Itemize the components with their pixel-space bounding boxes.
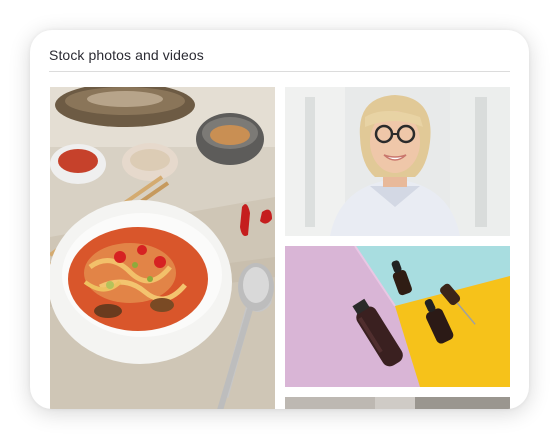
- interior-photo[interactable]: [285, 397, 510, 409]
- noodle-soup-photo[interactable]: [50, 87, 275, 409]
- noodle-soup-bowl-photo-icon: [50, 87, 275, 409]
- title-divider: [49, 71, 510, 72]
- interior-photo-icon: [285, 397, 510, 409]
- cosmetic-bottles-photo-icon: [285, 246, 510, 387]
- cosmetic-bottles-photo[interactable]: [285, 246, 510, 387]
- smiling-woman-portrait-photo-icon: [285, 87, 510, 236]
- stock-media-card: Stock photos and videos: [30, 30, 529, 409]
- panel-title: Stock photos and videos: [49, 47, 204, 63]
- smiling-woman-photo[interactable]: [285, 87, 510, 236]
